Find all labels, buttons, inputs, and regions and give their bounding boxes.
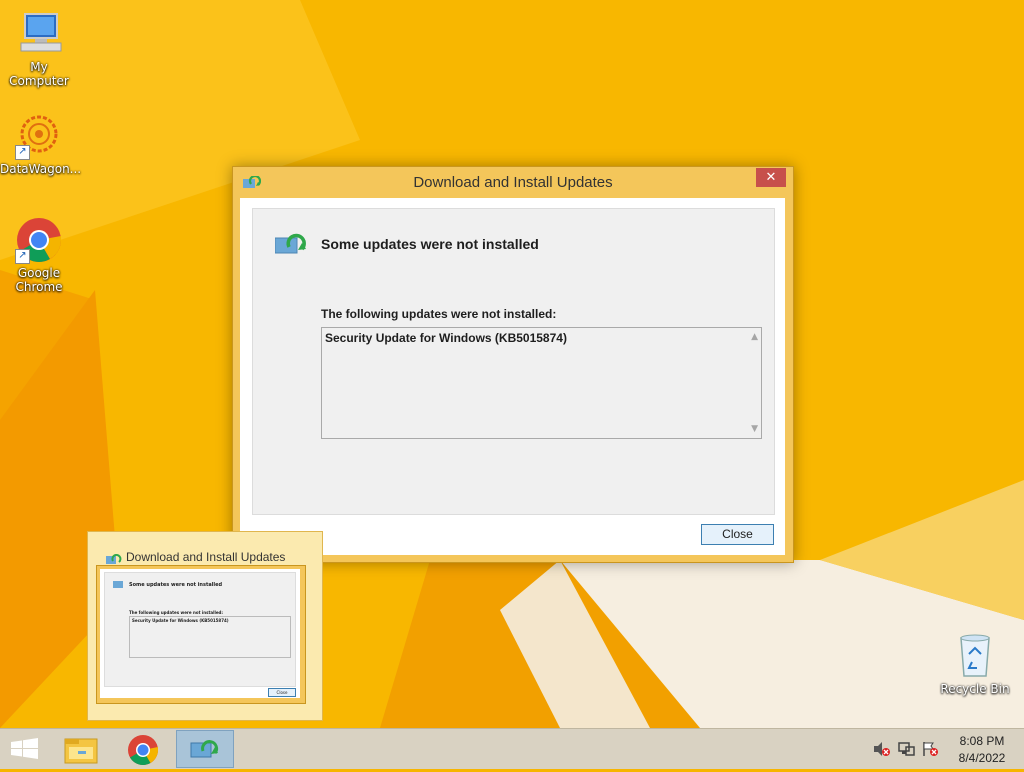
dialog-title: Download and Install Updates <box>413 174 613 191</box>
thumbnail-window: Some updates were not installed The foll… <box>96 565 306 704</box>
dialog-client-area: Some updates were not installed The foll… <box>240 198 785 555</box>
close-button[interactable]: Close <box>701 524 774 545</box>
thumbnail-close-button: Close <box>268 688 296 697</box>
volume-muted-icon[interactable] <box>873 741 891 761</box>
clock-time[interactable]: 8:08 PM <box>952 734 1012 748</box>
desktop-icon-my-computer[interactable]: My Computer <box>0 10 78 88</box>
taskbar-thumbnail-preview[interactable]: Download and Install Updates Some update… <box>87 531 323 721</box>
thumbnail-list: Security Update for Windows (KB5015874) <box>129 616 291 658</box>
windows-update-icon <box>177 740 233 771</box>
scroll-up-icon[interactable]: ▲ <box>751 332 758 342</box>
desktop-icon-label: DataWagon... <box>0 162 82 176</box>
computer-icon <box>15 10 63 58</box>
thumbnail-panel: Some updates were not installed The foll… <box>104 572 296 687</box>
taskbar-file-explorer[interactable] <box>52 730 110 768</box>
update-dialog: Download and Install Updates ✕ Some upda… <box>232 166 794 563</box>
windows-update-icon <box>274 233 309 261</box>
taskbar-chrome[interactable] <box>114 730 172 768</box>
desktop-icon-label: Google Chrome <box>15 266 63 294</box>
scroll-down-icon[interactable]: ▼ <box>751 424 758 434</box>
desktop-icon-recycle-bin[interactable]: Recycle Bin <box>936 632 1014 696</box>
taskbar: 8:08 PM 8/4/2022 <box>0 728 1024 769</box>
shortcut-arrow-icon: ↗ <box>15 145 30 160</box>
failed-updates-label: The following updates were not installed… <box>321 307 557 321</box>
desktop-icon-datawagon[interactable]: ↗ DataWagon... <box>0 112 82 176</box>
action-center-flag-icon[interactable] <box>921 741 939 761</box>
start-icon <box>0 738 58 772</box>
desktop-icon-label: My Computer <box>9 60 69 88</box>
taskbar-windows-update[interactable] <box>176 730 234 768</box>
thumbnail-title: Download and Install Updates <box>126 550 286 564</box>
desktop-icon-google-chrome[interactable]: ↗ Google Chrome <box>0 216 78 294</box>
start-button[interactable] <box>0 730 58 768</box>
thumbnail-subheading: The following updates were not installed… <box>129 610 224 615</box>
dialog-titlebar[interactable]: Download and Install Updates ✕ <box>233 167 793 197</box>
dialog-content-panel: Some updates were not installed The foll… <box>252 208 775 515</box>
file-explorer-icon <box>52 738 110 772</box>
clock-date[interactable]: 8/4/2022 <box>952 751 1012 765</box>
shortcut-arrow-icon: ↗ <box>15 249 30 264</box>
windows-update-icon <box>113 581 123 588</box>
recycle-bin-icon <box>951 632 999 680</box>
thumbnail-client: Some updates were not installed The foll… <box>100 569 300 698</box>
thumbnail-heading: Some updates were not installed <box>129 582 223 588</box>
close-icon[interactable]: ✕ <box>756 168 786 187</box>
network-icon[interactable] <box>897 741 915 761</box>
dialog-heading: Some updates were not installed <box>321 236 539 252</box>
datawagon-icon: ↗ <box>15 112 63 160</box>
failed-updates-list[interactable]: Security Update for Windows (KB5015874) … <box>321 327 762 439</box>
thumbnail-list-item: Security Update for Windows (KB5015874) <box>132 618 229 623</box>
list-item[interactable]: Security Update for Windows (KB5015874) <box>325 331 567 345</box>
chrome-icon <box>114 735 172 772</box>
chrome-icon: ↗ <box>15 216 63 264</box>
desktop-icon-label: Recycle Bin <box>940 682 1010 696</box>
